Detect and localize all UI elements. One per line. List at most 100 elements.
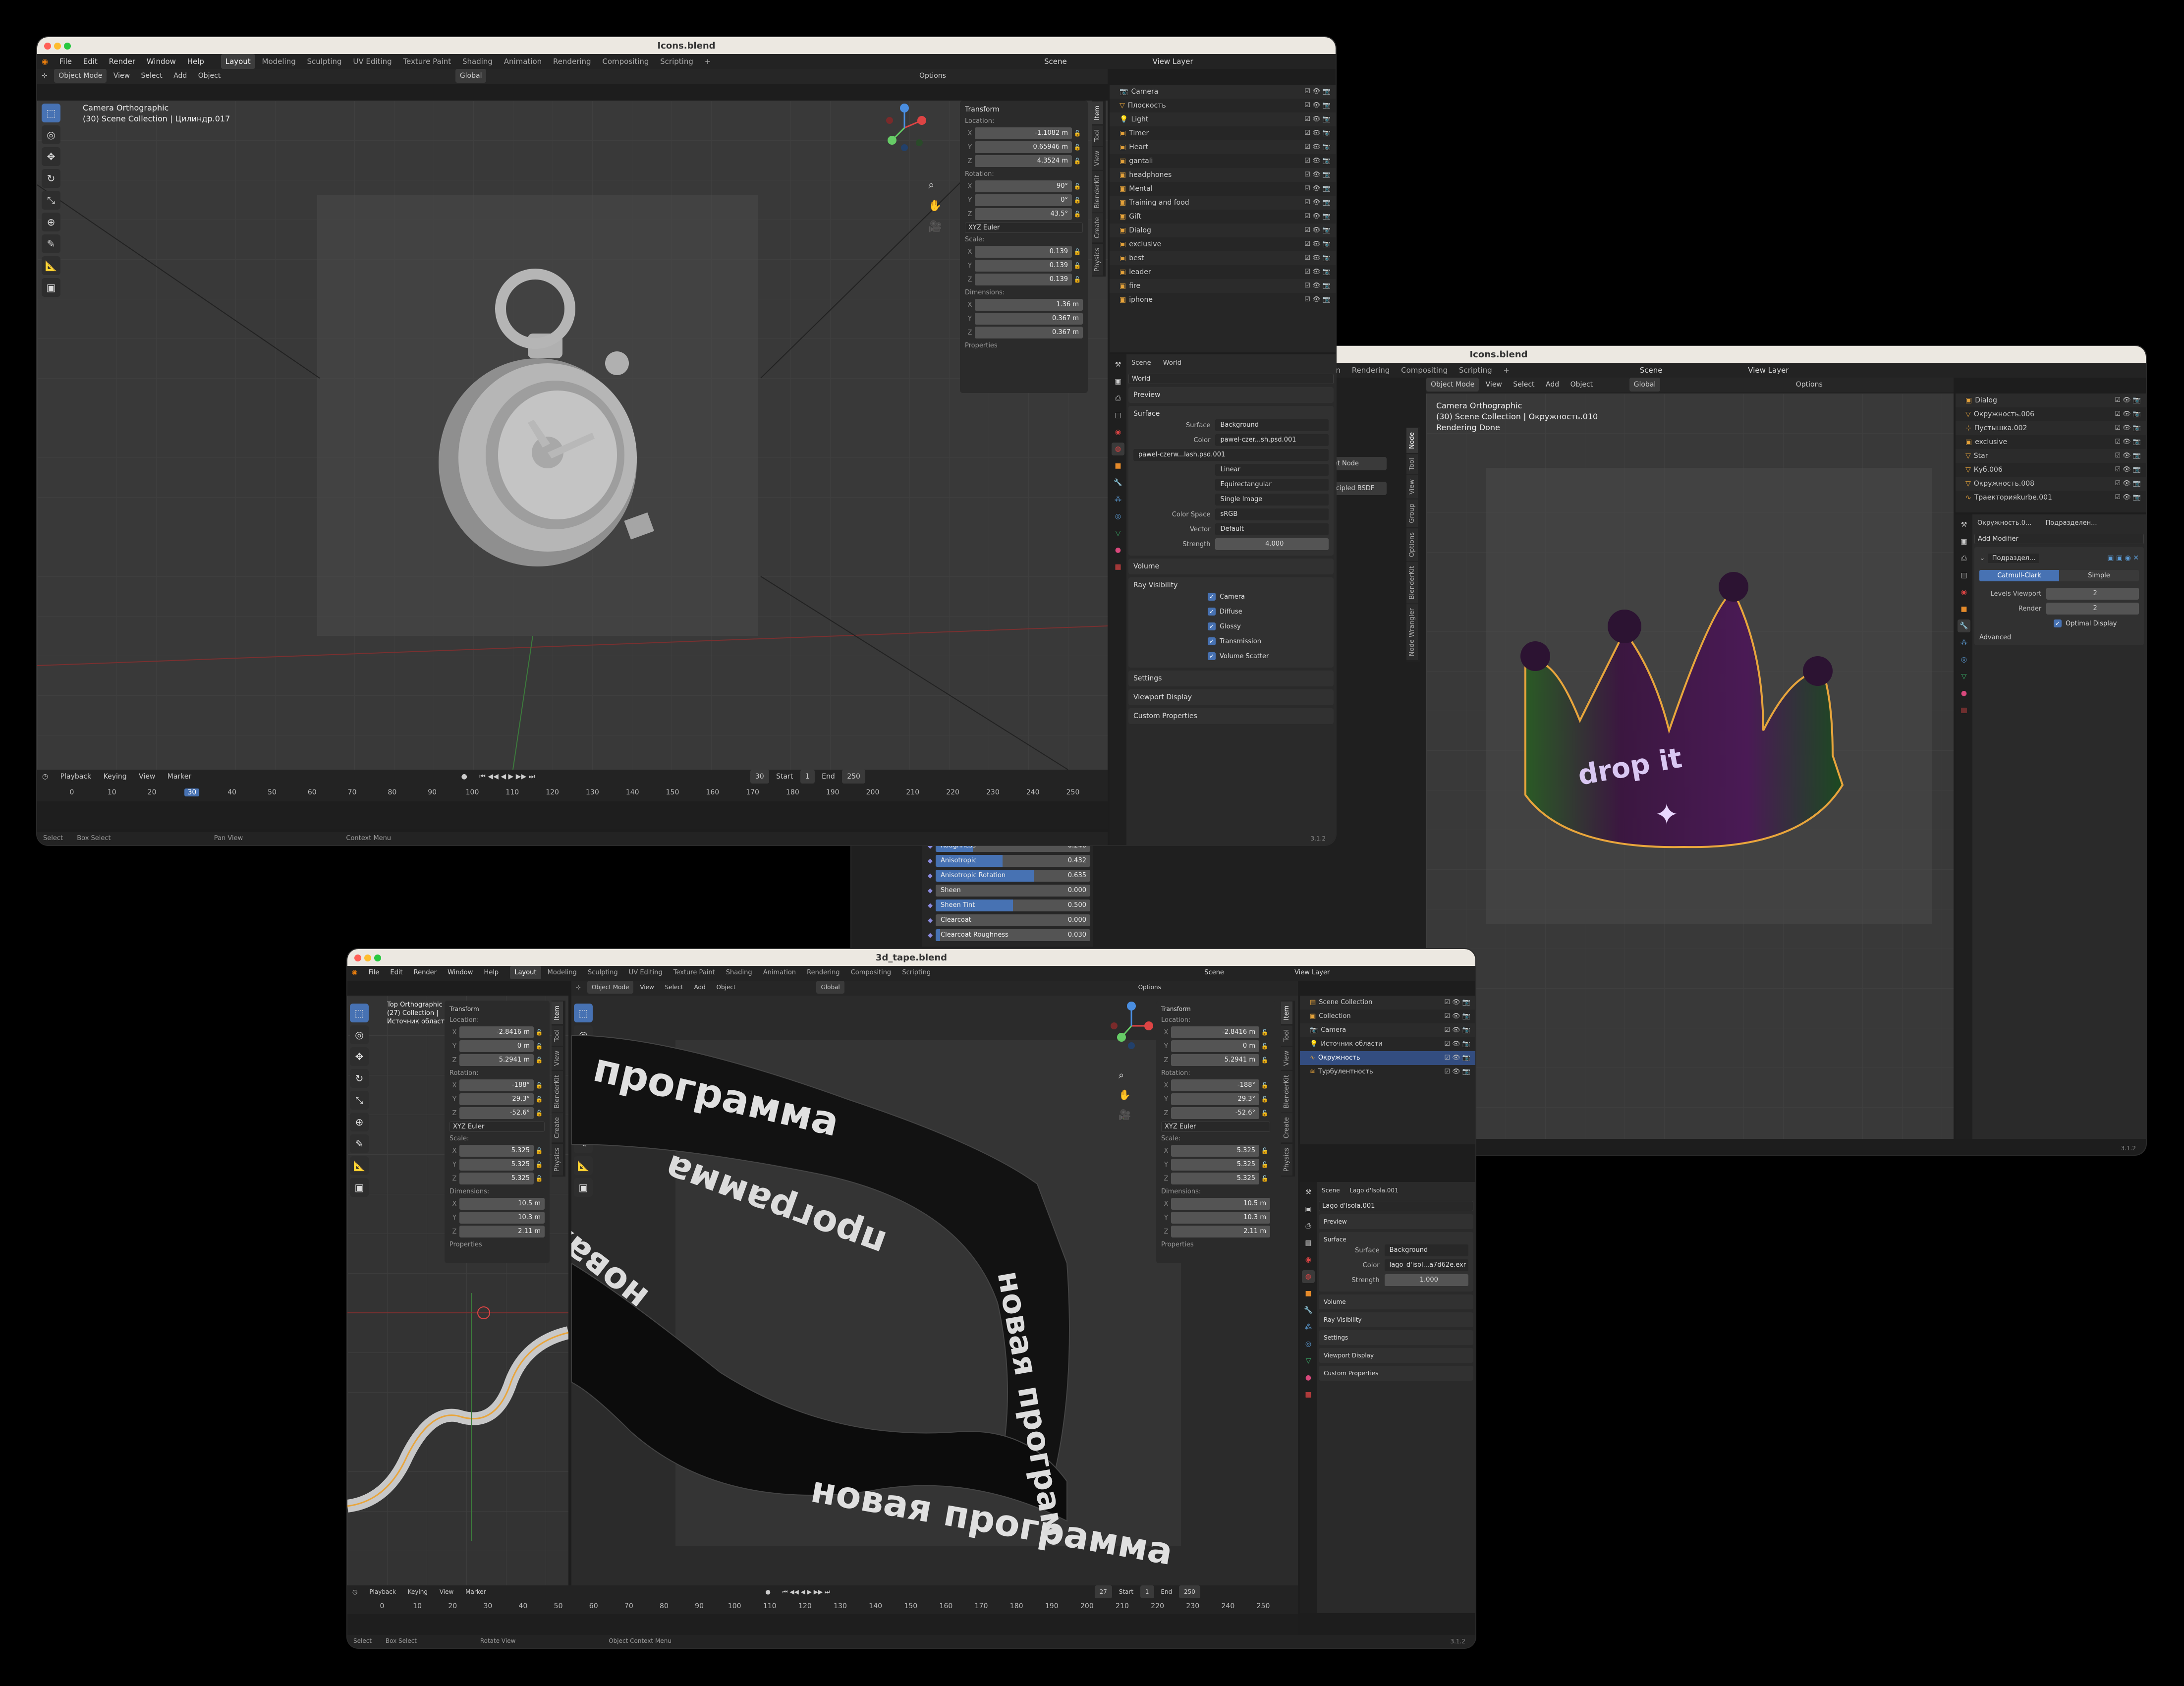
playback-controls[interactable]: ⏮ ◀◀ ◀ ▶ ▶▶ ⏭ xyxy=(778,1585,835,1599)
annotate-tool-icon[interactable]: ✎ xyxy=(42,234,60,253)
side-tab[interactable]: Node Wrangler xyxy=(1406,604,1418,661)
tool-tab-icon[interactable]: ⚒ xyxy=(1112,358,1124,371)
lock-icon[interactable]: 🔓 xyxy=(534,1082,545,1089)
preview-panel-header[interactable]: Preview xyxy=(1128,387,1334,403)
outliner-row[interactable]: ▽ Окружность.006 ☑ 👁 📷 xyxy=(1956,407,2146,421)
advanced-subpanel[interactable]: Advanced xyxy=(1979,634,2139,641)
shader-param-slider[interactable]: Clearcoat Roughness 0.030 xyxy=(936,929,1090,941)
glossy-ray-checkbox[interactable]: ✓ xyxy=(1208,622,1216,630)
measure-tool-icon[interactable]: 📐 xyxy=(42,256,60,275)
material-tab-icon[interactable]: ● xyxy=(1112,544,1124,557)
volume-panel-header[interactable]: Volume xyxy=(1128,559,1334,574)
lock-icon[interactable]: 🔓 xyxy=(1072,276,1083,283)
outliner-row[interactable]: ▽ Окружность.008 ☑ 👁 📷 xyxy=(1956,477,2146,491)
rotate-tool-icon[interactable]: ↻ xyxy=(350,1069,369,1088)
tab-modeling[interactable]: Modeling xyxy=(258,54,300,69)
tab-modeling[interactable]: Modeling xyxy=(543,966,581,979)
visibility-toggles[interactable]: ☑ 👁 📷 xyxy=(1444,1065,1470,1079)
menu-view[interactable]: View xyxy=(109,69,134,83)
strength-field[interactable]: 1.000 xyxy=(1384,1274,1468,1286)
annotate-tool-icon[interactable]: ✎ xyxy=(350,1134,369,1153)
menu-help[interactable]: Help xyxy=(480,966,504,979)
timeline-track[interactable] xyxy=(347,1614,1298,1635)
lock-icon[interactable]: 🔓 xyxy=(1259,1029,1270,1036)
dimensions-field[interactable]: 0.367 m xyxy=(975,327,1083,338)
location-field[interactable]: 0.65946 m xyxy=(975,141,1072,153)
outliner-row[interactable]: ∿ Окружность ☑ 👁 📷 xyxy=(1300,1051,1475,1065)
view-layer-tab-icon[interactable]: ▤ xyxy=(1112,409,1124,422)
side-tab[interactable]: Create xyxy=(1092,213,1103,243)
outliner-row[interactable]: ▽ Плоскость ☑ 👁 📷 xyxy=(1110,99,1336,112)
volume-scatter-checkbox[interactable]: ✓ xyxy=(1208,652,1216,660)
outliner-row[interactable]: ▣ Timer ☑ 👁 📷 xyxy=(1110,126,1336,140)
transform-panel-header[interactable]: Transform xyxy=(449,1006,545,1012)
menu-marker[interactable]: Marker xyxy=(460,1585,491,1598)
lock-icon[interactable]: 🔓 xyxy=(1072,197,1083,204)
lock-icon[interactable]: 🔓 xyxy=(1259,1057,1270,1064)
viewport-tape[interactable]: ⬚ ◎ ✥ ↻ ⤡ ⊕ ✎ 📐 ▣ программа новая програ… xyxy=(571,996,1298,1605)
orientation-dropdown[interactable]: Global xyxy=(455,69,487,83)
scene-tab-icon[interactable]: ◉ xyxy=(1302,1253,1315,1266)
surface-shader-field[interactable]: Background xyxy=(1384,1244,1468,1256)
outliner-row[interactable]: ≋ Турбулентность ☑ 👁 📷 xyxy=(1300,1065,1475,1079)
tab-uv-editing[interactable]: UV Editing xyxy=(348,54,396,69)
world-selector[interactable]: World xyxy=(1128,374,1334,384)
properties-subpanel[interactable]: Properties xyxy=(1161,1241,1270,1248)
outliner-row[interactable]: ▣ iphone ☑ 👁 📷 xyxy=(1110,293,1336,307)
editor-type-icon[interactable]: ⊹ xyxy=(571,981,585,994)
tab-layout[interactable]: Layout xyxy=(510,966,541,979)
mode-dropdown[interactable]: Object Mode xyxy=(587,981,634,994)
view-layer-selector[interactable]: View Layer xyxy=(1148,54,1198,69)
cursor-tool-icon[interactable]: ◎ xyxy=(42,125,60,144)
lock-icon[interactable]: 🔓 xyxy=(1259,1175,1270,1182)
visibility-toggles[interactable]: ☑ 👁 📷 xyxy=(1444,1010,1470,1023)
color-texture-field[interactable]: pawel-czer...sh.psd.001 xyxy=(1215,434,1329,446)
lock-icon[interactable]: 🔓 xyxy=(534,1175,545,1182)
lock-icon[interactable]: 🔓 xyxy=(1259,1082,1270,1089)
viewport-timer[interactable]: Camera Orthographic (30) Scene Collectio… xyxy=(37,101,1108,770)
outliner-row[interactable]: ▽ Куб.006 ☑ 👁 📷 xyxy=(1956,463,2146,477)
select-box-tool-icon[interactable]: ⬚ xyxy=(42,104,60,122)
start-field[interactable]: 1 xyxy=(1140,1585,1154,1598)
transmission-ray-checkbox[interactable]: ✓ xyxy=(1208,637,1216,645)
stopwatch-model[interactable] xyxy=(429,264,686,571)
menu-object[interactable]: Object xyxy=(712,981,740,994)
menu-add[interactable]: Add xyxy=(169,69,191,83)
side-tab[interactable]: Tool xyxy=(1406,453,1418,475)
tab-animation[interactable]: Animation xyxy=(500,54,546,69)
visibility-toggles[interactable]: ☑ 👁 📷 xyxy=(2115,449,2141,463)
end-field[interactable]: 250 xyxy=(842,770,865,784)
shader-param-slider[interactable]: Sheen 0.000 xyxy=(936,885,1090,897)
menu-view[interactable]: View xyxy=(635,981,658,994)
visibility-toggles[interactable]: ☑ 👁 📷 xyxy=(1304,126,1331,140)
visibility-toggles[interactable]: ☑ 👁 📷 xyxy=(2115,435,2141,449)
record-icon[interactable]: ● xyxy=(456,770,472,784)
breadcrumb-scene[interactable]: Scene xyxy=(1322,1187,1340,1194)
visibility-toggles[interactable]: ☑ 👁 📷 xyxy=(1304,293,1331,307)
menu-keying[interactable]: Keying xyxy=(403,1585,433,1598)
tab-compositing[interactable]: Compositing xyxy=(1397,363,1452,378)
side-tab[interactable]: View xyxy=(1281,1046,1292,1070)
visibility-toggles[interactable]: ☑ 👁 📷 xyxy=(1304,265,1331,279)
surface-panel-header[interactable]: Surface xyxy=(1324,1236,1468,1243)
world-tab-icon[interactable]: ◍ xyxy=(1302,1270,1315,1283)
blender-logo-icon[interactable]: ◉ xyxy=(347,966,362,979)
tool-tab-icon[interactable]: ⚒ xyxy=(1302,1186,1315,1199)
lock-icon[interactable]: 🔓 xyxy=(1259,1110,1270,1117)
rotation-field[interactable]: -52.6° xyxy=(459,1107,534,1119)
location-field[interactable]: 5.2941 m xyxy=(1171,1054,1259,1066)
options-dropdown[interactable]: Options xyxy=(1134,981,1166,994)
tab-scripting[interactable]: Scripting xyxy=(897,966,935,979)
lock-icon[interactable]: 🔓 xyxy=(1072,211,1083,218)
surface-panel-header[interactable]: Surface xyxy=(1133,410,1329,418)
lock-icon[interactable]: 🔓 xyxy=(1259,1043,1270,1050)
visibility-toggles[interactable]: ☑ 👁 📷 xyxy=(2115,421,2141,435)
lock-icon[interactable]: 🔓 xyxy=(534,1057,545,1064)
rotation-field[interactable]: 0° xyxy=(975,194,1072,206)
side-tab[interactable]: Item xyxy=(1092,102,1103,124)
timeline-editor-icon[interactable]: ◷ xyxy=(347,1585,362,1598)
scale-field[interactable]: 5.325 xyxy=(1171,1173,1259,1184)
scene-selector[interactable]: Scene xyxy=(1635,363,1667,378)
texture-tab-icon[interactable]: ▦ xyxy=(1958,704,1970,717)
visibility-toggles[interactable]: ☑ 👁 📷 xyxy=(1304,210,1331,224)
